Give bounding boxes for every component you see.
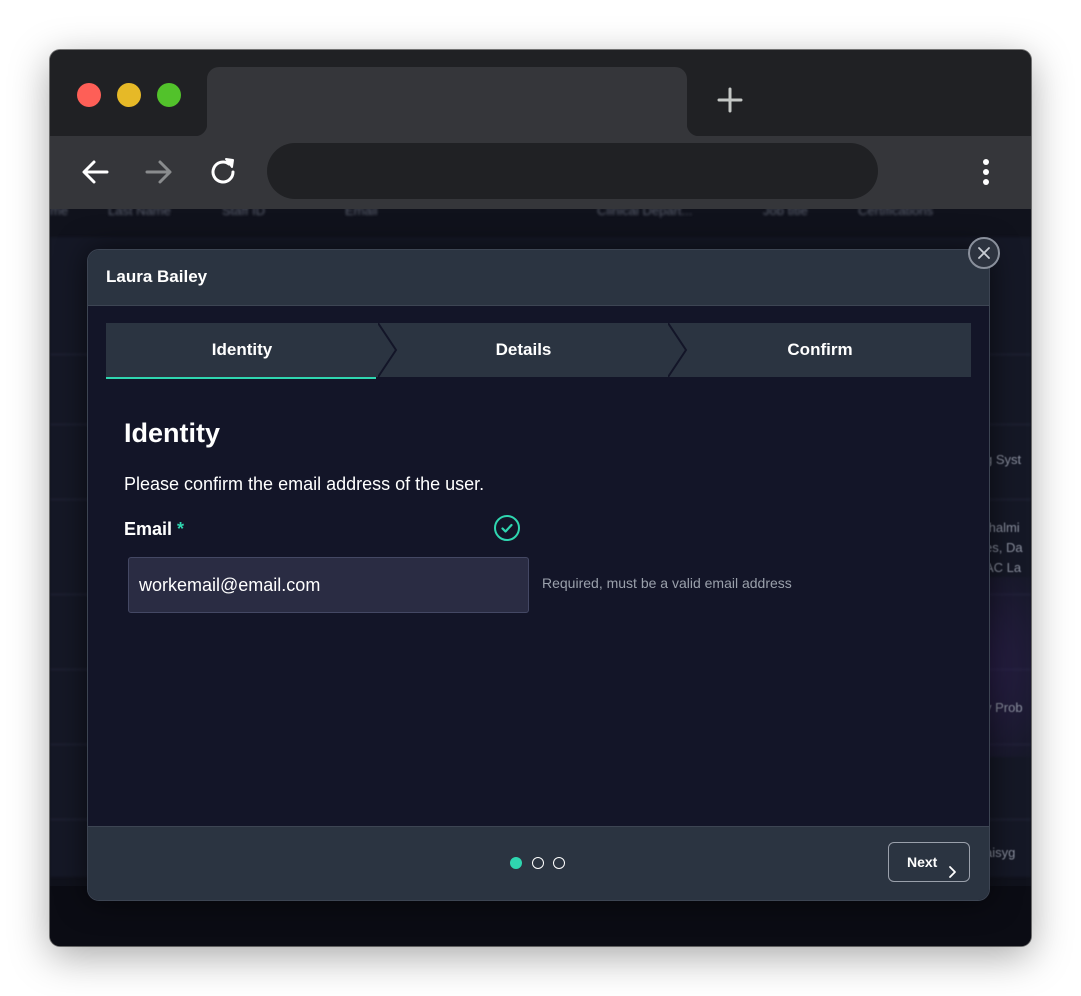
- bg-cell-fragment: es, Da: [985, 540, 1023, 555]
- bg-column: Last Name: [108, 209, 171, 218]
- pagination-dot[interactable]: [532, 857, 544, 869]
- wizard-steps: Identity Details Confirm: [106, 322, 971, 379]
- modal-title: Laura Bailey: [106, 267, 208, 286]
- step-confirm[interactable]: Confirm: [669, 323, 971, 377]
- forward-arrow-icon[interactable]: [141, 154, 177, 190]
- browser-tab[interactable]: [195, 67, 699, 136]
- back-arrow-icon[interactable]: [77, 154, 113, 190]
- email-helper-text: Required, must be a valid email address: [542, 575, 792, 591]
- step-identity[interactable]: Identity: [106, 323, 378, 377]
- address-bar[interactable]: [267, 143, 878, 199]
- next-label: Next: [907, 854, 938, 870]
- more-vertical-icon[interactable]: [974, 154, 998, 190]
- active-step-indicator: [106, 377, 376, 379]
- bg-column: Email: [345, 209, 378, 218]
- bg-cell-fragment: thalmi: [985, 520, 1020, 535]
- bg-column: Job title: [763, 209, 808, 218]
- bg-cell-fragment: AC La: [985, 560, 1022, 575]
- step-separator-chevron-icon: [667, 322, 690, 378]
- email-field[interactable]: [128, 557, 529, 613]
- background-table-header: me Last Name Staff ID Email Clinical Dep…: [50, 209, 1031, 237]
- close-icon[interactable]: [968, 237, 1000, 269]
- plus-icon[interactable]: [716, 86, 744, 114]
- pagination-dot[interactable]: [553, 857, 565, 869]
- bg-cell-fragment: g Syst: [985, 452, 1022, 467]
- section-title: Identity: [124, 418, 221, 448]
- email-label: Email *: [124, 519, 184, 540]
- instructions-text: Please confirm the email address of the …: [124, 474, 485, 494]
- email-label-text: Email: [124, 519, 173, 539]
- modal-footer: Next: [88, 826, 989, 900]
- browser-toolbar: [50, 136, 1031, 209]
- bg-column: Staff ID: [222, 209, 266, 218]
- step-label: Details: [495, 340, 552, 359]
- step-details[interactable]: Details: [379, 323, 668, 377]
- check-circle-icon: [493, 514, 521, 542]
- step-separator-chevron-icon: [377, 322, 400, 378]
- step-label: Confirm: [787, 340, 853, 359]
- close-window-button[interactable]: [77, 83, 101, 107]
- bg-column: me: [50, 209, 69, 218]
- maximize-window-button[interactable]: [157, 83, 181, 107]
- required-marker: *: [177, 519, 185, 539]
- browser-window: me Last Name Staff ID Email Clinical Dep…: [50, 50, 1031, 946]
- tab-bar: [50, 50, 1031, 136]
- step-label: Identity: [211, 340, 273, 359]
- minimize-window-button[interactable]: [117, 83, 141, 107]
- bg-column: Clinical Depart...: [597, 209, 693, 218]
- bg-cell-fragment: y Prob: [985, 700, 1023, 715]
- user-wizard-modal: Laura Bailey Identity Details Confirm Id…: [87, 249, 990, 901]
- reload-icon[interactable]: [205, 154, 241, 190]
- modal-header: Laura Bailey: [88, 250, 989, 306]
- chevron-right-icon: [947, 855, 957, 878]
- next-button[interactable]: Next: [888, 842, 970, 882]
- pagination-dot-active[interactable]: [510, 857, 522, 869]
- bg-column: Certifications: [858, 209, 934, 218]
